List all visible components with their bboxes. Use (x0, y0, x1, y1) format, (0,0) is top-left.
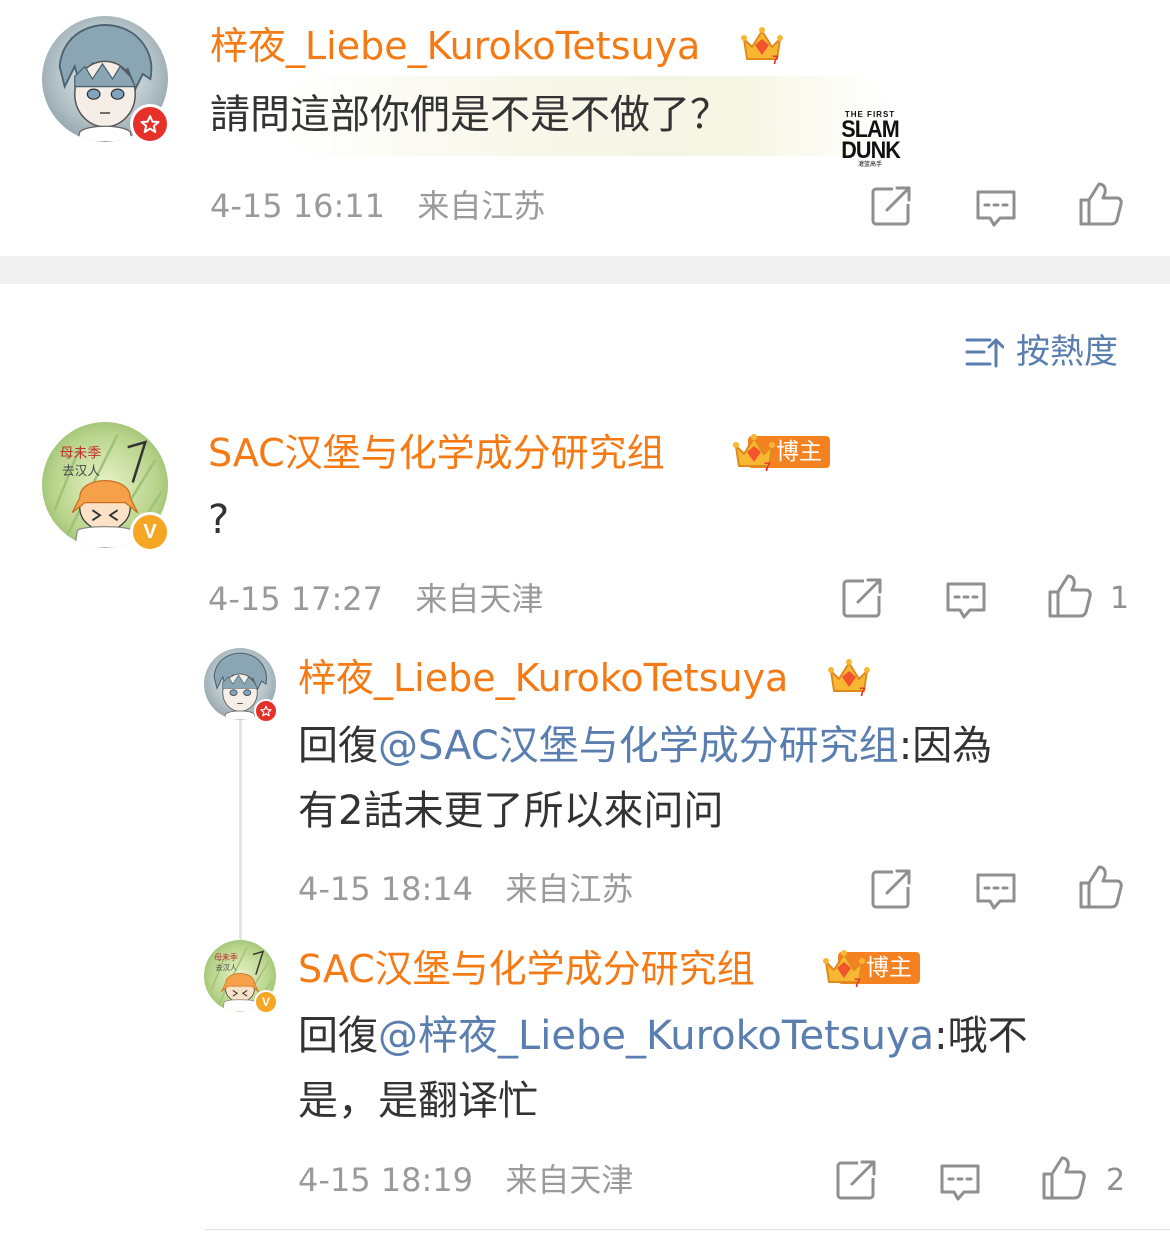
share-icon[interactable] (869, 867, 913, 911)
like-icon[interactable] (1077, 863, 1125, 911)
username[interactable]: SAC汉堡与化学成分研究组 (208, 434, 665, 472)
username[interactable]: SAC汉堡与化学成分研究组 (298, 950, 755, 988)
like-icon[interactable] (1040, 1154, 1088, 1202)
crown-icon (740, 25, 784, 65)
thread-line (239, 720, 242, 952)
share-icon[interactable] (869, 184, 913, 228)
verified-badge-icon: V (130, 512, 170, 552)
location: 来自天津 (505, 1161, 634, 1199)
reply-text-line-2: 有2話未更了所以來问问 (298, 788, 724, 834)
like-count: 2 (1106, 1163, 1126, 1198)
verified-badge-icon: V (254, 990, 278, 1014)
comment-icon[interactable] (974, 869, 1018, 913)
timestamp: 4-15 18:19 (298, 1161, 474, 1199)
comment-meta: 4-15 18:14 来自江苏 (298, 873, 633, 905)
username[interactable]: 梓夜_Liebe_KurokoTetsuya (210, 27, 700, 65)
comment-text: 請問這部你們是不是不做了？ (210, 92, 730, 138)
like-icon[interactable] (1046, 572, 1094, 620)
crown-icon (732, 432, 776, 472)
mention-link[interactable]: @SAC汉堡与化学成分研究组 (378, 723, 899, 769)
comment-icon[interactable] (974, 186, 1018, 230)
comment-icon[interactable] (938, 1160, 982, 1204)
reply-text-line-1: 回復@梓夜_Liebe_KurokoTetsuya:哦不 (298, 1013, 1028, 1059)
location: 来自江苏 (505, 870, 634, 908)
reply-text-line-2: 是，是翻译忙 (298, 1078, 538, 1124)
share-icon[interactable] (834, 1158, 878, 1202)
comment-text: ? (208, 497, 230, 543)
divider (205, 1229, 1170, 1230)
slam-dunk-sticker: THE FIRST SLAM DUNK 灌篮高手 (841, 110, 901, 168)
crown-icon (827, 657, 871, 697)
comment-meta: 4-15 17:27 来自天津 (208, 583, 543, 615)
location: 来自江苏 (417, 187, 546, 225)
sort-icon (965, 338, 1004, 368)
section-divider (0, 256, 1170, 284)
like-count: 1 (1110, 581, 1130, 616)
comment-icon[interactable] (944, 578, 988, 622)
comment-meta: 4-15 16:11 来自江苏 (210, 190, 545, 222)
member-badge-icon (130, 104, 170, 144)
timestamp: 4-15 18:14 (298, 870, 474, 908)
sort-label: 按熱度 (1016, 332, 1118, 372)
comment-meta: 4-15 18:19 来自天津 (298, 1164, 633, 1196)
crown-icon (822, 948, 866, 988)
username[interactable]: 梓夜_Liebe_KurokoTetsuya (298, 659, 788, 697)
timestamp: 4-15 16:11 (210, 187, 386, 225)
reply-text-line-1: 回復@SAC汉堡与化学成分研究组:因為 (298, 723, 993, 769)
member-badge-icon (254, 699, 278, 723)
timestamp: 4-15 17:27 (208, 580, 384, 618)
location: 来自天津 (415, 580, 544, 618)
share-icon[interactable] (840, 576, 884, 620)
like-icon[interactable] (1077, 180, 1125, 228)
mention-link[interactable]: @梓夜_Liebe_KurokoTetsuya (378, 1013, 934, 1059)
sort-control[interactable]: 按熱度 (964, 332, 1118, 372)
